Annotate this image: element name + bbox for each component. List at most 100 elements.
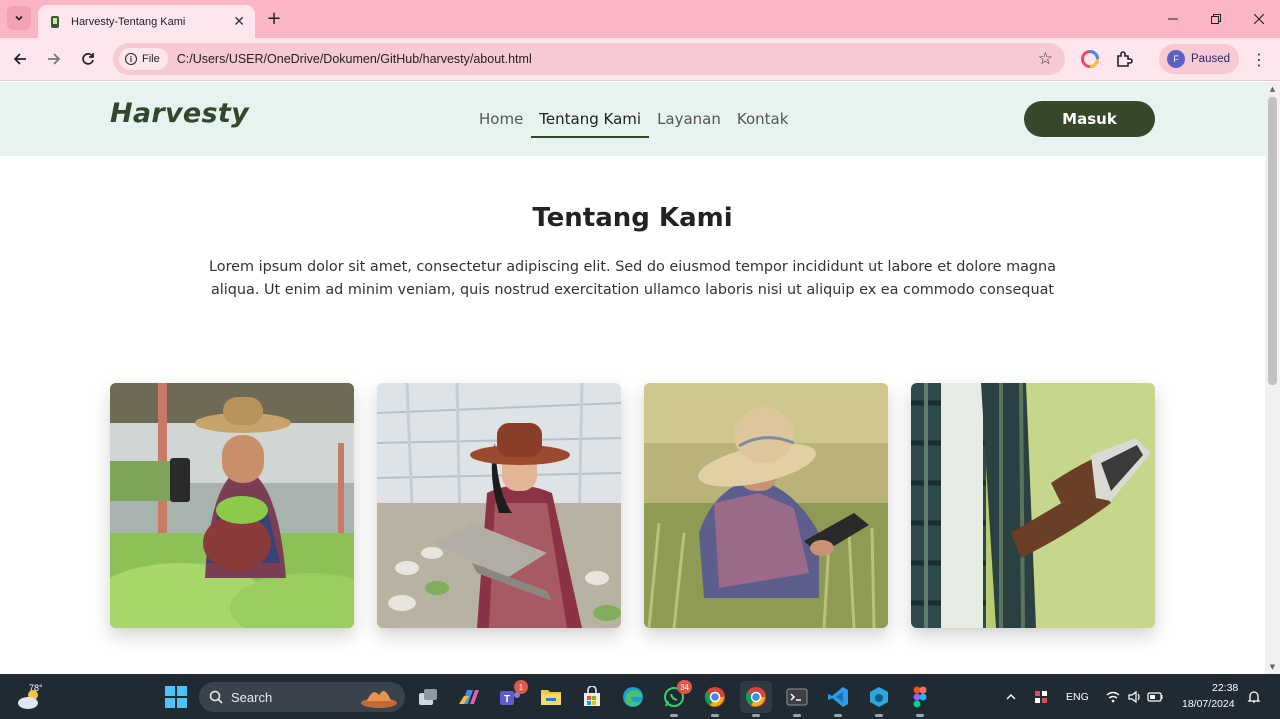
clock-time[interactable]: 22:38 [1212,682,1238,694]
teams-button[interactable]: T 1 [494,680,528,713]
chrome-profile-1-button[interactable] [699,681,731,717]
info-icon: i [125,53,137,65]
tab-title: Harvesty-Tentang Kami [71,15,186,28]
puzzle-icon [1117,51,1133,67]
window-controls [1151,0,1280,38]
gallery-card [911,383,1155,628]
arrow-left-icon [13,53,26,65]
profile-status: Paused [1191,53,1231,65]
tab-search-button[interactable] [7,6,31,30]
close-window-button[interactable] [1237,0,1280,38]
url-text[interactable]: C:/Users/USER/OneDrive/Dokumen/GitHub/ha… [177,52,532,66]
gallery-card [644,383,888,628]
edge-dev-button[interactable] [863,681,895,717]
page-viewport: Harvesty Home Tentang Kami Layanan Konta… [0,82,1265,674]
browser-app-icon [870,687,888,707]
teams-badge: 1 [514,680,528,694]
clock-date[interactable]: 18/07/2024 [1182,698,1235,710]
color-wheel-icon [1081,50,1099,68]
edge-button[interactable] [617,681,649,713]
nav-kontak[interactable]: Kontak [729,82,797,156]
chrome-icon [745,687,766,707]
profile-button[interactable]: F Paused [1159,44,1239,74]
farmer-laptop-photo [377,383,621,628]
farmer-lettuce-photo [110,383,354,628]
wifi-volume-battery-icons [1106,690,1163,704]
scrollbar-thumb[interactable] [1268,97,1277,385]
gallery-card [377,383,621,628]
taskbar-search[interactable]: Search [199,682,405,712]
task-view-button[interactable] [412,681,444,713]
browser-toolbar: i File C:/Users/USER/OneDrive/Dokumen/Gi… [0,38,1280,81]
new-tab-button[interactable]: + [264,8,284,29]
login-button[interactable]: Masuk [1024,101,1155,137]
extensions-button[interactable] [1113,48,1135,70]
farmer-tablet-photo [644,383,888,628]
terminal-icon [786,688,808,706]
restore-icon [1210,14,1221,24]
nav-home[interactable]: Home [471,82,531,156]
weather-temperature: 78° [29,683,43,693]
avatar: F [1167,50,1185,68]
tray-app-button[interactable] [1030,681,1052,713]
minimize-icon [1167,18,1178,20]
gallery-card [110,383,354,628]
forward-button[interactable] [43,48,65,70]
site-info-chip[interactable]: i File [119,48,168,70]
quick-settings-button[interactable] [1100,681,1170,713]
svg-text:T: T [504,694,510,705]
file-chip-label: File [142,53,160,65]
back-button[interactable] [9,48,31,70]
folder-icon [541,690,561,705]
whatsapp-badge: 34 [677,680,692,694]
start-button[interactable] [160,681,192,713]
reload-icon [82,53,94,65]
browser-tab-bar: Harvesty-Tentang Kami ✕ + [0,0,1280,38]
task-view-icon [419,689,437,705]
site-logo[interactable]: Harvesty [110,98,249,129]
color-extension-button[interactable] [1079,48,1101,70]
search-highlight-icon [361,691,397,708]
tab-close-icon[interactable]: ✕ [233,15,245,29]
about-description: Lorem ipsum dolor sit amet, consectetur … [209,259,1056,298]
whatsapp-button[interactable]: 34 [658,680,692,717]
language-indicator[interactable]: ENG [1066,691,1089,703]
nav-layanan[interactable]: Layanan [649,82,729,156]
minimize-button[interactable] [1151,0,1194,38]
windows-start-icon [165,686,187,708]
store-icon [584,686,600,706]
copilot-icon [459,690,479,704]
chrome-icon [704,687,725,707]
nav-tentang-kami[interactable]: Tentang Kami [531,82,649,156]
windows-taskbar: 78° Search T 1 34 ENG 22:38 18/07/2024 [0,674,1280,719]
copilot-button[interactable] [453,681,485,713]
scroll-down-arrow-icon[interactable]: ▼ [1265,660,1280,674]
tray-app-icon [1035,691,1047,703]
bell-icon [1247,691,1261,703]
browser-tab-active[interactable]: Harvesty-Tentang Kami ✕ [38,5,255,38]
file-explorer-button[interactable] [535,681,567,713]
address-bar[interactable]: i File C:/Users/USER/OneDrive/Dokumen/Gi… [113,43,1065,75]
bookmark-star-icon[interactable]: ☆ [1038,49,1053,69]
figma-button[interactable] [904,681,936,717]
chrome-profile-2-button[interactable] [740,681,772,717]
notifications-button[interactable] [1244,681,1264,713]
main-menu: Home Tentang Kami Layanan Kontak [471,82,796,156]
figma-icon [913,686,927,708]
close-icon [1253,14,1264,24]
vscode-button[interactable] [822,681,854,717]
browser-menu-button[interactable]: ⋮ [1251,48,1267,70]
reload-button[interactable] [77,48,99,70]
chevron-down-icon [15,15,23,21]
favicon-icon [48,15,62,29]
search-label: Search [231,689,273,705]
terminal-button[interactable] [781,681,813,717]
vertical-scrollbar[interactable]: ▲ ▼ [1265,82,1280,674]
tray-overflow-button[interactable] [1000,681,1022,713]
scroll-up-arrow-icon[interactable]: ▲ [1265,82,1280,96]
microsoft-store-button[interactable] [576,681,608,713]
photo-gallery [110,383,1155,628]
restore-button[interactable] [1194,0,1237,38]
more-vertical-icon: ⋮ [1251,49,1267,69]
hands-phone-photo [911,383,1155,628]
